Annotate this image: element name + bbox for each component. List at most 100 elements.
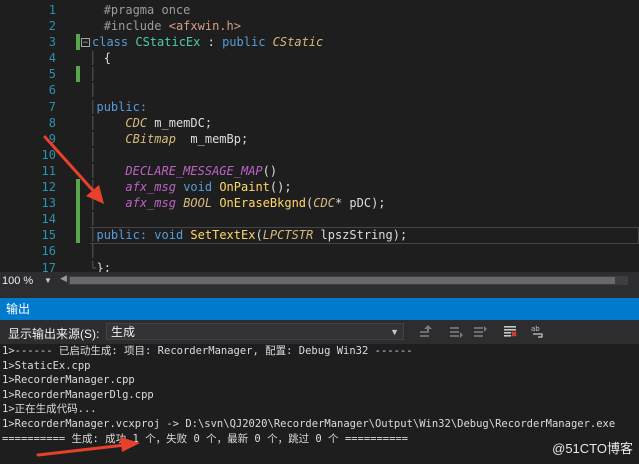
- horizontal-scrollbar[interactable]: ◀: [60, 273, 628, 285]
- line-number: 2: [48, 19, 56, 34]
- code-line: │ {: [89, 51, 111, 66]
- code-token: public:: [96, 99, 148, 114]
- line-number-gutter: 1 2 3 4 5 6 7 8 9 10 11 12 13 14 15 16 1…: [0, 2, 60, 272]
- change-bar: [76, 66, 80, 83]
- code-token: * pDC);: [334, 196, 386, 211]
- output-line: 1>RecorderManager.cpp: [2, 374, 135, 387]
- output-text-area[interactable]: 1>------ 已启动生成: 项目: RecorderManager, 配置:…: [0, 344, 639, 464]
- code-token: #pragma once: [103, 3, 191, 17]
- code-token: void: [183, 180, 213, 195]
- code-token: CDC: [125, 115, 148, 130]
- code-token: lpszString);: [313, 228, 408, 243]
- code-token: };: [96, 260, 111, 273]
- line-number: 5: [48, 67, 56, 82]
- code-token: public: [222, 35, 266, 50]
- code-line: − class CStaticEx : public CStatic: [81, 34, 639, 50]
- word-wrap-icon[interactable]: ab: [530, 324, 546, 340]
- line-number: 8: [48, 115, 56, 130]
- code-line: #pragma once: [82, 2, 639, 18]
- line-number: 17: [41, 260, 56, 273]
- output-line: 1>RecorderManagerDlg.cpp: [2, 388, 154, 401]
- watermark: @51CTO博客: [552, 441, 633, 456]
- change-bar: [76, 211, 80, 228]
- code-token: #include: [103, 19, 169, 34]
- code-token: LPCTSTR: [262, 228, 314, 243]
- code-token: BOOL: [183, 196, 213, 211]
- code-token: OnEraseBkgnd: [219, 196, 307, 211]
- chevron-down-icon: ▼: [44, 276, 52, 285]
- line-number: 6: [48, 83, 56, 98]
- line-number: 14: [41, 212, 56, 227]
- change-bar: [76, 227, 80, 244]
- output-line: 1>StaticEx.cpp: [2, 359, 91, 372]
- goto-previous-message-icon[interactable]: [418, 324, 434, 340]
- output-line: 1>正在生成代码...: [2, 403, 97, 416]
- svg-text:ab: ab: [531, 325, 540, 333]
- line-number: 15: [41, 228, 56, 243]
- code-line: │ afx_msg BOOL OnEraseBkgnd(CDC* pDC);: [89, 196, 386, 211]
- output-source-select[interactable]: 生成 ▼: [106, 323, 404, 340]
- code-line: │: [89, 147, 97, 162]
- output-line: 1>RecorderManager.vcxproj -> D:\svn\QJ20…: [2, 417, 616, 430]
- code-token: m_memBp;: [175, 131, 249, 146]
- scrollbar-thumb[interactable]: [70, 277, 615, 284]
- code-token: CDC: [313, 196, 335, 211]
- code-line: │: [89, 83, 97, 98]
- clear-all-icon[interactable]: [502, 324, 518, 340]
- chevron-down-icon: ▼: [390, 327, 399, 337]
- line-number: 10: [41, 147, 56, 162]
- collapse-icon[interactable]: −: [81, 38, 90, 48]
- code-token: class: [92, 35, 129, 50]
- code-line: └};: [82, 260, 639, 273]
- code-line: │ DECLARE_MESSAGE_MAP(): [89, 163, 278, 178]
- line-number: 13: [41, 196, 56, 211]
- output-source-label: 显示输出来源(S):: [8, 327, 100, 341]
- code-token: (): [262, 163, 278, 178]
- code-token: public:: [96, 228, 148, 243]
- code-token: CStatic: [272, 35, 324, 50]
- code-token: CStaticEx: [135, 35, 201, 50]
- code-line-current: │public: void SetTextEx(LPCTSTR lpszStri…: [82, 227, 639, 245]
- line-number: 9: [48, 131, 56, 146]
- code-token: CBitmap: [125, 131, 176, 146]
- scroll-left-icon[interactable]: ◀: [60, 273, 67, 284]
- code-text-area[interactable]: #pragma once #include <afxwin.h> − class …: [81, 2, 639, 273]
- code-token: afx_msg: [125, 180, 176, 195]
- code-line: │: [89, 67, 97, 82]
- change-bar: [76, 34, 80, 51]
- output-panel-title: 输出: [6, 302, 31, 316]
- line-number: 7: [48, 99, 56, 114]
- panel-splitter[interactable]: [0, 290, 639, 298]
- editor-status-bar: 100 % ▼ ◀: [0, 272, 639, 290]
- code-token: <afxwin.h>: [168, 19, 241, 34]
- output-panel-title-bar[interactable]: 输出: [0, 298, 639, 320]
- code-line: │public:: [89, 99, 148, 114]
- code-line: │: [89, 244, 97, 259]
- output-toolbar: 显示输出来源(S): 生成 ▼ ab: [0, 320, 639, 344]
- zoom-dropdown[interactable]: 100 % ▼: [2, 274, 62, 288]
- line-number: 1: [48, 3, 56, 17]
- output-source-value: 生成: [111, 325, 136, 339]
- code-line: │: [89, 212, 97, 227]
- code-editor[interactable]: 1 2 3 4 5 6 7 8 9 10 11 12 13 14 15 16 1…: [0, 0, 639, 272]
- output-line: 1>------ 已启动生成: 项目: RecorderManager, 配置:…: [2, 345, 413, 357]
- line-number: 11: [41, 163, 56, 178]
- code-token: OnPaint: [219, 180, 270, 195]
- line-number: 4: [48, 51, 56, 66]
- code-token: {: [103, 51, 111, 66]
- code-line: #include <afxwin.h>: [82, 18, 639, 34]
- code-token: afx_msg: [125, 196, 176, 211]
- code-token: ();: [269, 180, 292, 195]
- code-token: m_memDC;: [147, 115, 213, 130]
- code-line: │ CBitmap m_memBp;: [89, 131, 249, 146]
- find-previous-icon[interactable]: [448, 324, 464, 340]
- change-bar: [76, 195, 80, 212]
- code-line: │ CDC m_memDC;: [89, 115, 213, 130]
- code-token: void: [154, 228, 184, 243]
- code-token: SetTextEx: [190, 228, 256, 243]
- line-number: 16: [41, 244, 56, 259]
- find-next-icon[interactable]: [472, 324, 488, 340]
- line-number: 3: [48, 35, 56, 50]
- code-line: │ afx_msg void OnPaint();: [89, 180, 292, 195]
- code-token: :: [200, 35, 223, 50]
